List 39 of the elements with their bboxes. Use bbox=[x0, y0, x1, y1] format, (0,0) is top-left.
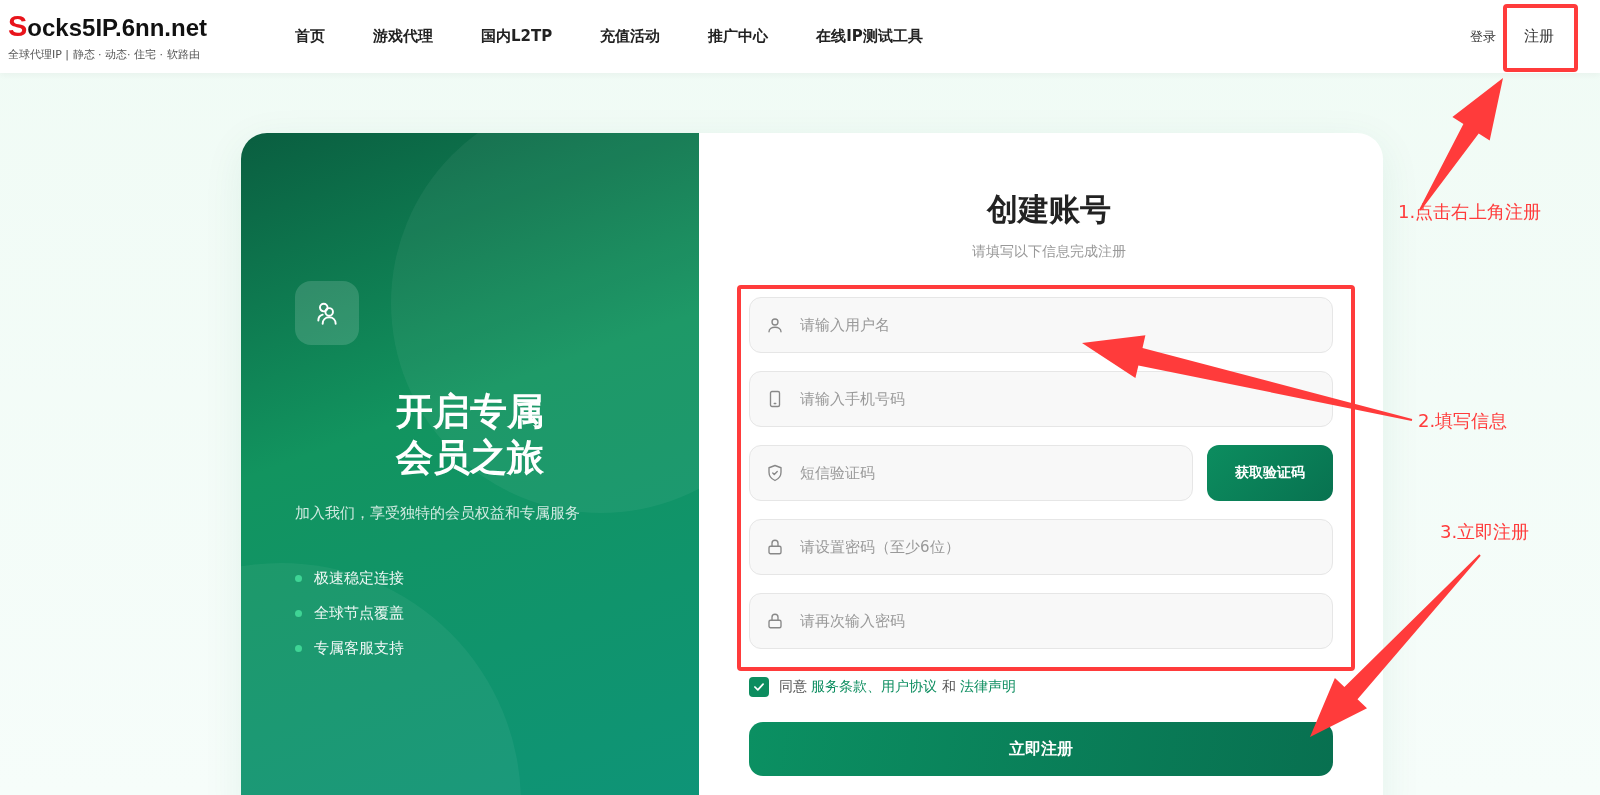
shield-check-icon bbox=[766, 464, 784, 482]
input-field[interactable]: 请输入手机号码 bbox=[749, 371, 1333, 427]
terms-link[interactable]: 法律声明 bbox=[960, 678, 1017, 694]
input-field[interactable]: 请设置密码（至少6位） bbox=[749, 519, 1333, 575]
feature-text: 全球节点覆盖 bbox=[314, 603, 404, 623]
site-logo[interactable]: Socks5IP.6nn.net bbox=[8, 11, 295, 41]
feature-text: 极速稳定连接 bbox=[314, 568, 404, 588]
register-button[interactable]: 立即注册 bbox=[749, 722, 1333, 776]
input-field[interactable]: 短信验证码 bbox=[749, 445, 1193, 501]
nav-link[interactable]: 充值活动 bbox=[600, 27, 661, 46]
check-icon bbox=[752, 680, 766, 694]
annotation-text: 2.填写信息 bbox=[1418, 409, 1508, 433]
agreement-text: 同意 服务条款、用户协议 和 法律声明 bbox=[779, 678, 1017, 696]
agree-checkbox[interactable] bbox=[749, 677, 769, 697]
register-link[interactable]: 注册 bbox=[1524, 27, 1554, 46]
user-icon bbox=[766, 316, 784, 334]
nav-link[interactable]: 在线IP测试工具 bbox=[816, 27, 923, 46]
lock-icon bbox=[766, 538, 784, 556]
terms-link[interactable]: 服务条款、用户协议 bbox=[811, 678, 938, 694]
input-field[interactable]: 请再次输入密码 bbox=[749, 593, 1333, 649]
form-title: 创建账号 bbox=[985, 190, 1112, 229]
nav-link[interactable]: 首页 bbox=[295, 27, 325, 46]
feature-text: 专属客服支持 bbox=[314, 638, 404, 658]
nav-link[interactable]: 游戏代理 bbox=[373, 27, 433, 46]
nav-link[interactable]: 推广中心 bbox=[708, 27, 769, 46]
logo-tagline: 全球代理IP | 静态 · 动态· 住宅 · 软路由 bbox=[8, 46, 201, 62]
promo-title: 开启专属 会员之旅 bbox=[395, 389, 545, 482]
bullet-dot bbox=[295, 574, 302, 582]
promo-subtitle: 加入我们，享受独特的会员权益和专属服务 bbox=[295, 503, 581, 523]
users-icon bbox=[314, 300, 340, 326]
form-subtitle: 请填写以下信息完成注册 bbox=[971, 243, 1127, 261]
bullet-dot bbox=[295, 644, 302, 652]
annotation-text: 3.立即注册 bbox=[1440, 520, 1530, 544]
get-code-button[interactable]: 获取验证码 bbox=[1207, 445, 1333, 501]
login-link[interactable]: 登录 bbox=[1470, 27, 1496, 46]
nav-link[interactable]: 国内L2TP bbox=[481, 27, 553, 46]
lock-icon bbox=[766, 612, 784, 630]
input-field[interactable]: 请输入用户名 bbox=[749, 297, 1333, 353]
bullet-dot bbox=[295, 609, 302, 617]
